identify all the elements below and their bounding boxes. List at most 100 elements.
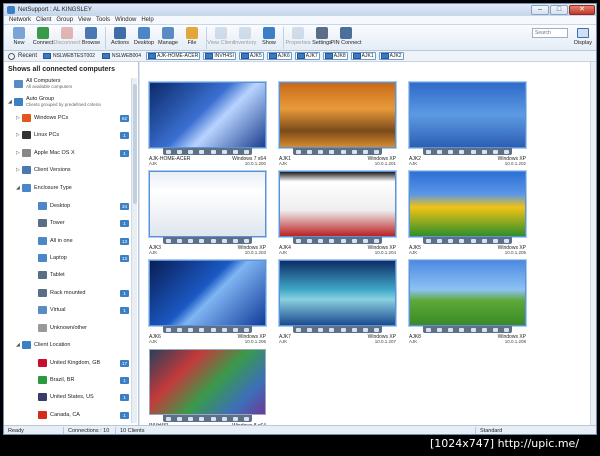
quick-action-icon[interactable] (426, 238, 432, 243)
quick-action-icon[interactable] (166, 416, 172, 421)
client-thumbnail[interactable]: AJK8 Windows XP AJK 10.0.1.208 (409, 260, 526, 344)
quick-action-icon[interactable] (492, 327, 498, 332)
client-thumbnail[interactable]: AJK-HOME-ACER Windows 7 x64 AJK 10.0.1.200 (149, 82, 266, 166)
quick-action-icon[interactable] (188, 416, 194, 421)
client-thumbnail[interactable]: AJK2 Windows XP AJK 10.0.1.202 (409, 82, 526, 166)
menu-view[interactable]: View (78, 17, 91, 23)
quick-action-icon[interactable] (351, 238, 357, 243)
settings-button[interactable]: Settings (310, 25, 334, 50)
recent-machine[interactable]: AJK5 (238, 52, 264, 60)
tree-item-unknown[interactable]: Unknown/other (32, 324, 87, 332)
actions-button[interactable]: Actions (108, 25, 132, 50)
quick-action-icon[interactable] (177, 327, 183, 332)
quick-action-icon[interactable] (188, 149, 194, 154)
quick-action-icon[interactable] (221, 416, 227, 421)
quick-action-icon[interactable] (470, 149, 476, 154)
quick-action-icon[interactable] (296, 149, 302, 154)
client-screen-preview[interactable] (409, 171, 526, 237)
tree-item-flag-us[interactable]: United States, US (32, 393, 94, 401)
quick-action-icon[interactable] (437, 238, 443, 243)
quick-action-icon[interactable] (177, 416, 183, 421)
quick-action-icon[interactable] (243, 238, 249, 243)
client-thumbnail[interactable]: AJK7 Windows XP AJK 10.0.1.207 (279, 260, 396, 344)
quick-action-icon[interactable] (166, 149, 172, 154)
quick-action-icon[interactable] (199, 416, 205, 421)
desktop-button[interactable]: Desktop (132, 25, 156, 50)
tree-item-linux[interactable]: ▷ Linux PCs (16, 131, 59, 139)
quick-action-icon[interactable] (459, 149, 465, 154)
quick-action-icon[interactable] (243, 149, 249, 154)
tree-item-flag-gb[interactable]: United Kingdom, GB (32, 359, 100, 367)
quick-action-icon[interactable] (481, 327, 487, 332)
quick-action-icon[interactable] (373, 149, 379, 154)
menu-window[interactable]: Window (115, 17, 136, 23)
quick-action-icon[interactable] (210, 416, 216, 421)
quick-action-icon[interactable] (503, 238, 509, 243)
quick-action-icon[interactable] (166, 238, 172, 243)
menu-client[interactable]: Client (36, 17, 51, 23)
quick-action-icon[interactable] (166, 327, 172, 332)
quick-action-icon[interactable] (232, 238, 238, 243)
quick-action-icon[interactable] (481, 238, 487, 243)
quick-action-icon[interactable] (459, 238, 465, 243)
client-thumbnail[interactable]: AJK3 Windows XP AJK 10.0.1.203 (149, 171, 266, 255)
quick-action-icon[interactable] (210, 149, 216, 154)
quick-action-icon[interactable] (481, 149, 487, 154)
quick-action-icon[interactable] (188, 327, 194, 332)
quick-action-icon[interactable] (329, 238, 335, 243)
quick-action-icon[interactable] (177, 149, 183, 154)
tree-item-apple[interactable]: ▷ Apple Mac OS X (16, 149, 75, 157)
quick-action-icon[interactable] (221, 149, 227, 154)
quick-action-icon[interactable] (329, 327, 335, 332)
quick-action-icon[interactable] (470, 327, 476, 332)
recent-machine[interactable]: AJK-HOME-ACER (145, 52, 201, 60)
recent-machine[interactable]: AJK2 (378, 52, 404, 60)
quick-action-icon[interactable] (362, 149, 368, 154)
minimize-button[interactable]: – (531, 5, 549, 15)
tree-item-all-in-one[interactable]: All in one (32, 237, 73, 245)
client-screen-preview[interactable] (279, 82, 396, 148)
quick-action-icon[interactable] (188, 238, 194, 243)
client-screen-preview[interactable] (149, 349, 266, 415)
quick-action-icon[interactable] (470, 238, 476, 243)
new-button[interactable]: New (7, 25, 31, 50)
quick-action-icon[interactable] (307, 238, 313, 243)
client-screen-preview[interactable] (409, 82, 526, 148)
quick-action-icon[interactable] (243, 327, 249, 332)
properties-button[interactable]: Properties (285, 25, 311, 50)
quick-action-icon[interactable] (221, 238, 227, 243)
quick-action-icon[interactable] (362, 327, 368, 332)
quick-action-icon[interactable] (503, 327, 509, 332)
quick-action-icon[interactable] (373, 327, 379, 332)
tree-item-rack[interactable]: Rack mounted (32, 289, 85, 297)
browse-button[interactable]: Browse (79, 25, 103, 50)
recent-machine[interactable]: AJK6 (266, 52, 292, 60)
quick-action-icon[interactable] (503, 149, 509, 154)
quick-action-icon[interactable] (459, 327, 465, 332)
sidebar-scroll-thumb[interactable] (133, 84, 137, 204)
quick-action-icon[interactable] (492, 149, 498, 154)
quick-action-icon[interactable] (210, 327, 216, 332)
quick-action-icon[interactable] (448, 327, 454, 332)
recent-machine[interactable]: NSLWEBTEST002 (41, 52, 97, 60)
quick-action-icon[interactable] (199, 149, 205, 154)
quick-action-icon[interactable] (340, 327, 346, 332)
quick-action-icon[interactable] (373, 238, 379, 243)
recent-machine[interactable]: AJK7 (294, 52, 320, 60)
recent-machine[interactable]: AJK8 (322, 52, 348, 60)
quick-action-icon[interactable] (426, 327, 432, 332)
quick-action-icon[interactable] (437, 149, 443, 154)
tree-item-tower[interactable]: Tower (32, 219, 65, 227)
quick-action-icon[interactable] (318, 149, 324, 154)
client-thumbnail[interactable]: AJK5 Windows XP AJK 10.0.1.205 (409, 171, 526, 255)
quick-action-icon[interactable] (351, 149, 357, 154)
quick-action-icon[interactable] (437, 327, 443, 332)
tree-item-auto-group[interactable]: ◢ Auto Group Clients grouped by predefined… (8, 96, 101, 107)
quick-action-icon[interactable] (448, 238, 454, 243)
quick-action-icon[interactable] (210, 238, 216, 243)
tree-item-windows[interactable]: ▷ Windows PCs (16, 114, 68, 122)
client-screen-preview[interactable] (279, 171, 396, 237)
view-client-button[interactable]: View Client (207, 25, 235, 50)
quick-action-icon[interactable] (199, 238, 205, 243)
quick-action-icon[interactable] (307, 327, 313, 332)
